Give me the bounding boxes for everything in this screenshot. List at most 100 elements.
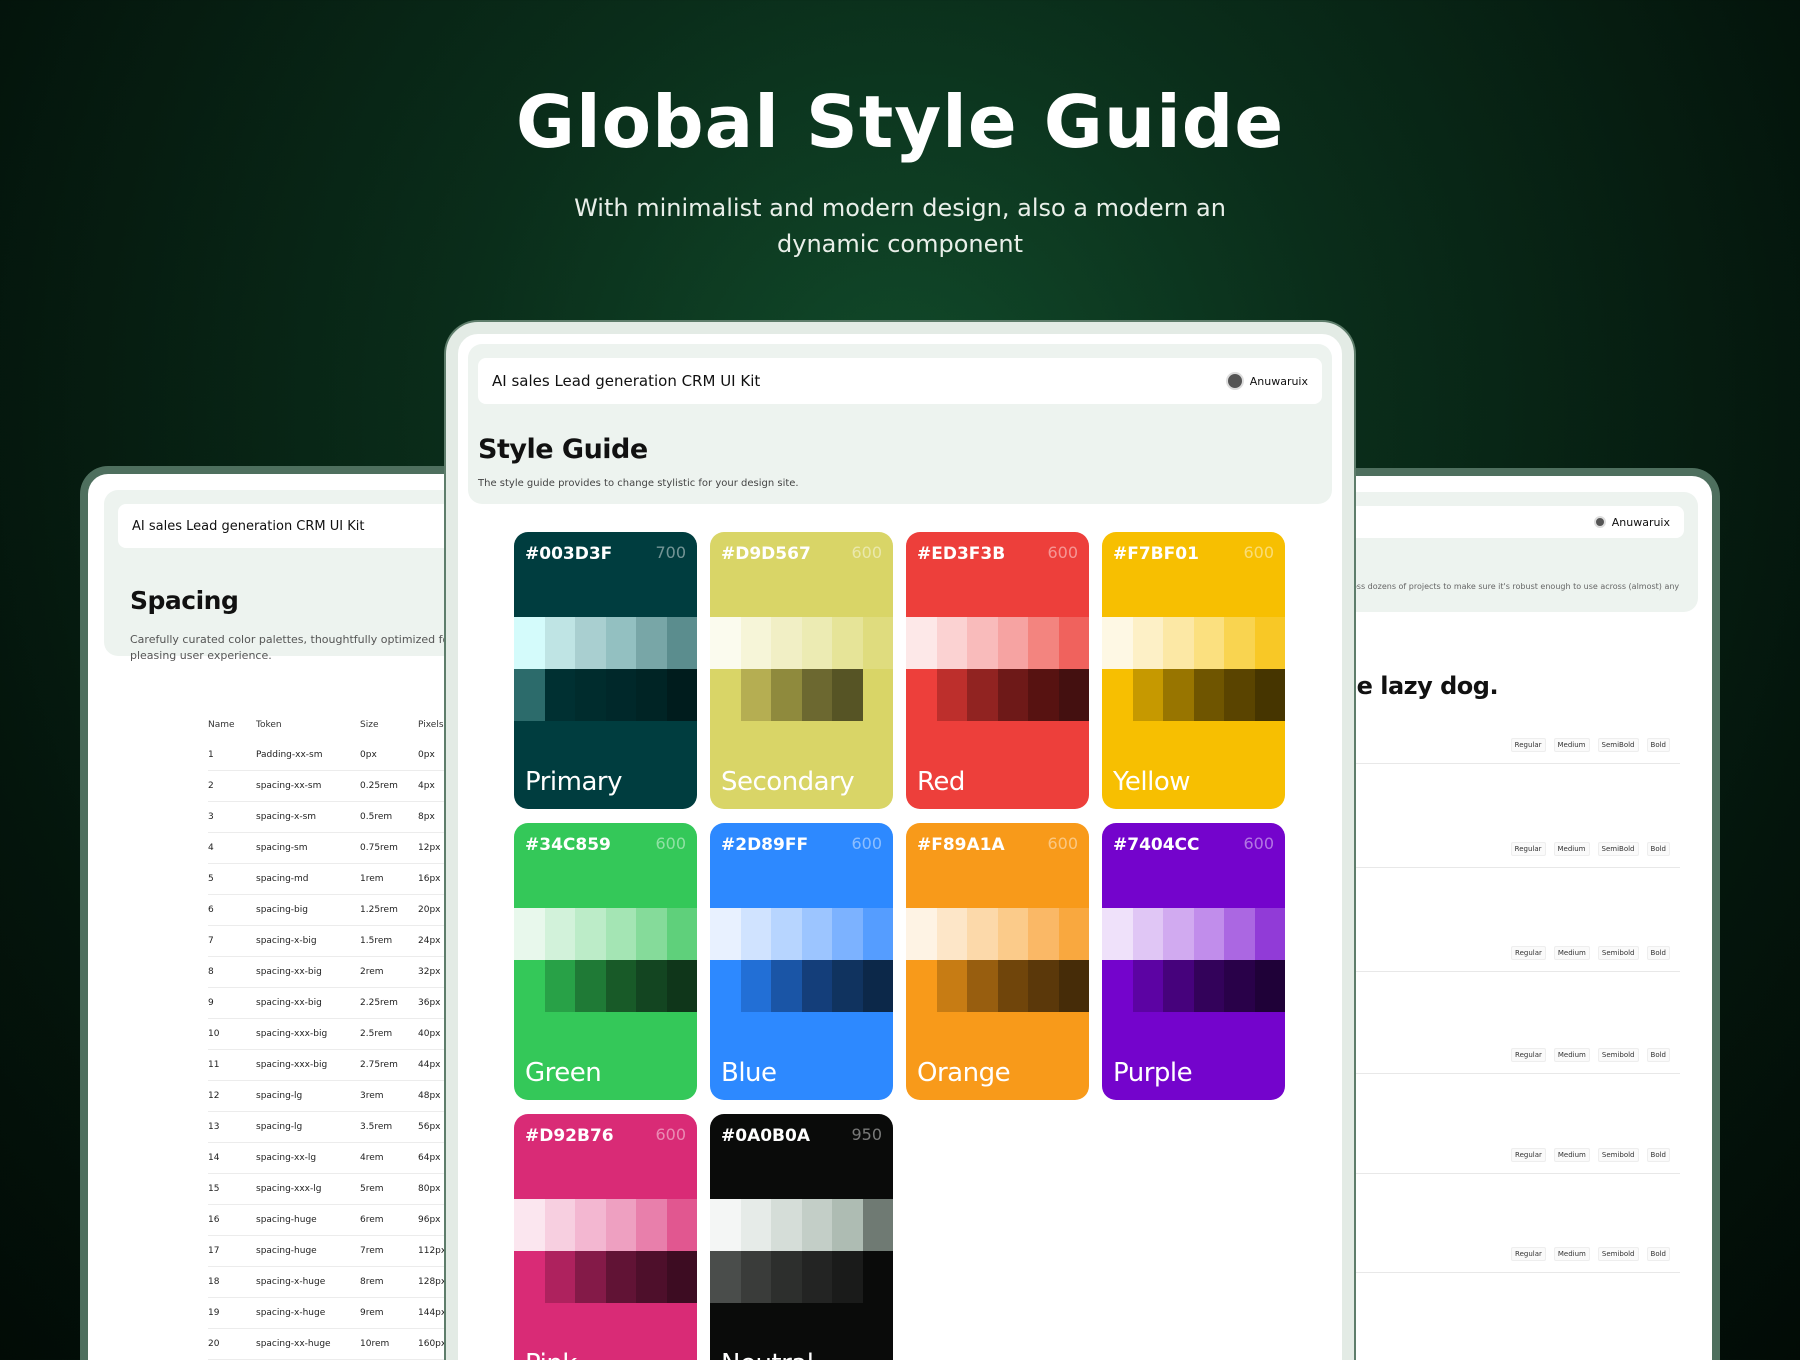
color-swatch[interactable] — [1254, 908, 1285, 960]
color-swatch[interactable] — [771, 617, 802, 669]
color-swatch[interactable] — [1132, 669, 1163, 721]
color-swatch[interactable] — [832, 908, 863, 960]
color-card-blue[interactable]: #2D89FF 600 Blue — [710, 823, 893, 1100]
color-swatch[interactable] — [666, 1199, 697, 1251]
color-swatch[interactable] — [636, 669, 667, 721]
color-swatch[interactable] — [1102, 960, 1133, 1012]
color-swatch[interactable] — [710, 908, 741, 960]
weight-tag[interactable]: Regular — [1511, 1048, 1546, 1062]
color-swatch[interactable] — [575, 908, 606, 960]
color-swatch[interactable] — [514, 960, 545, 1012]
color-swatch[interactable] — [771, 960, 802, 1012]
weight-tag[interactable]: SemiBold — [1597, 842, 1639, 856]
color-swatch[interactable] — [666, 960, 697, 1012]
color-swatch[interactable] — [514, 1199, 545, 1251]
color-swatch[interactable] — [710, 669, 741, 721]
color-swatch[interactable] — [936, 908, 967, 960]
color-swatch[interactable] — [514, 1251, 545, 1303]
color-swatch[interactable] — [740, 669, 771, 721]
color-swatch[interactable] — [1102, 908, 1133, 960]
color-swatch[interactable] — [832, 1199, 863, 1251]
color-card-neutral[interactable]: #0A0B0A 950 Neutral — [710, 1114, 893, 1360]
weight-tag[interactable]: Bold — [1646, 738, 1670, 752]
weight-tag[interactable]: Medium — [1553, 1048, 1590, 1062]
weight-tag[interactable]: Regular — [1510, 738, 1546, 752]
color-swatch[interactable] — [862, 617, 893, 669]
color-card-green[interactable]: #34C859 600 Green — [514, 823, 697, 1100]
color-card-pink[interactable]: #D92B76 600 Pink — [514, 1114, 697, 1360]
color-swatch[interactable] — [1254, 960, 1285, 1012]
weight-tag[interactable]: Semibold — [1597, 946, 1639, 960]
weight-tag[interactable]: Medium — [1553, 946, 1590, 960]
color-swatch[interactable] — [544, 1251, 575, 1303]
color-swatch[interactable] — [605, 1199, 636, 1251]
color-swatch[interactable] — [832, 1251, 863, 1303]
color-swatch[interactable] — [740, 960, 771, 1012]
color-swatch[interactable] — [1058, 617, 1089, 669]
color-swatch[interactable] — [740, 617, 771, 669]
color-swatch[interactable] — [544, 960, 575, 1012]
color-swatch[interactable] — [967, 617, 998, 669]
color-swatch[interactable] — [1028, 617, 1059, 669]
weight-tag[interactable]: Semibold — [1597, 1247, 1639, 1261]
color-swatch[interactable] — [801, 908, 832, 960]
color-card-red[interactable]: #ED3F3B 600 Red — [906, 532, 1089, 809]
color-card-yellow[interactable]: #F7BF01 600 Yellow — [1102, 532, 1285, 809]
color-swatch[interactable] — [906, 908, 937, 960]
color-swatch[interactable] — [666, 908, 697, 960]
color-swatch[interactable] — [1193, 960, 1224, 1012]
color-swatch[interactable] — [666, 617, 697, 669]
color-swatch[interactable] — [605, 617, 636, 669]
color-swatch[interactable] — [1132, 908, 1163, 960]
color-swatch[interactable] — [710, 960, 741, 1012]
color-swatch[interactable] — [514, 617, 545, 669]
color-swatch[interactable] — [801, 1251, 832, 1303]
color-swatch[interactable] — [862, 908, 893, 960]
weight-tag[interactable]: Bold — [1646, 1148, 1670, 1162]
weight-tag[interactable]: Medium — [1553, 1247, 1590, 1261]
color-swatch[interactable] — [710, 1251, 741, 1303]
color-swatch[interactable] — [1028, 908, 1059, 960]
color-swatch[interactable] — [666, 669, 697, 721]
color-swatch[interactable] — [1028, 669, 1059, 721]
color-swatch[interactable] — [862, 960, 893, 1012]
color-swatch[interactable] — [1254, 669, 1285, 721]
color-swatch[interactable] — [605, 1251, 636, 1303]
color-swatch[interactable] — [801, 960, 832, 1012]
color-swatch[interactable] — [636, 1251, 667, 1303]
color-swatch[interactable] — [740, 1199, 771, 1251]
color-swatch[interactable] — [605, 960, 636, 1012]
color-swatch[interactable] — [1058, 669, 1089, 721]
color-swatch[interactable] — [1193, 617, 1224, 669]
color-swatch[interactable] — [710, 617, 741, 669]
color-swatch[interactable] — [862, 669, 893, 721]
color-swatch[interactable] — [771, 1199, 802, 1251]
color-swatch[interactable] — [936, 617, 967, 669]
color-swatch[interactable] — [575, 669, 606, 721]
color-swatch[interactable] — [605, 908, 636, 960]
color-swatch[interactable] — [666, 1251, 697, 1303]
color-swatch[interactable] — [801, 669, 832, 721]
weight-tag[interactable]: Regular — [1510, 842, 1546, 856]
color-swatch[interactable] — [710, 1199, 741, 1251]
weight-tag[interactable]: Medium — [1553, 1148, 1590, 1162]
color-card-secondary[interactable]: #D9D567 600 Secondary — [710, 532, 893, 809]
color-swatch[interactable] — [771, 908, 802, 960]
color-swatch[interactable] — [575, 617, 606, 669]
color-swatch[interactable] — [1132, 960, 1163, 1012]
color-swatch[interactable] — [1163, 960, 1194, 1012]
weight-tag[interactable]: Semibold — [1597, 1048, 1639, 1062]
color-swatch[interactable] — [1058, 908, 1089, 960]
color-swatch[interactable] — [997, 669, 1028, 721]
color-swatch[interactable] — [1224, 617, 1255, 669]
color-swatch[interactable] — [544, 908, 575, 960]
color-swatch[interactable] — [514, 669, 545, 721]
color-swatch[interactable] — [801, 617, 832, 669]
color-swatch[interactable] — [1163, 908, 1194, 960]
color-swatch[interactable] — [832, 960, 863, 1012]
color-swatch[interactable] — [1163, 617, 1194, 669]
color-swatch[interactable] — [1028, 960, 1059, 1012]
color-swatch[interactable] — [544, 1199, 575, 1251]
color-swatch[interactable] — [997, 908, 1028, 960]
user-menu[interactable]: Anuwaruix — [1225, 372, 1308, 390]
